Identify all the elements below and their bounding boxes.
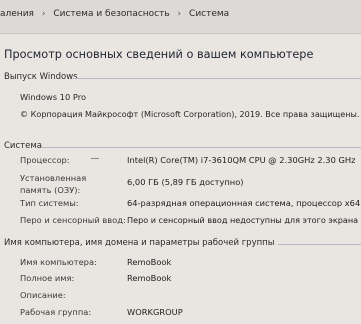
computer-name-heading: Имя компьютера, имя домена и параметры р… — [4, 238, 275, 248]
section-divider — [74, 78, 361, 79]
windows-edition-value: Windows 10 Pro — [20, 92, 87, 102]
windows-edition-heading: Выпуск Windows — [4, 72, 78, 82]
workgroup-value: WORKGROUP — [127, 307, 183, 317]
section-divider — [278, 244, 361, 245]
full-name-value: RemoBook — [127, 273, 172, 283]
breadcrumb-separator-icon: › — [41, 9, 46, 19]
separator-mark — [91, 158, 99, 159]
installed-memory-label: Установленная память (ОЗУ): — [20, 173, 87, 195]
system-heading: Система — [4, 141, 42, 151]
full-name-label: Полное имя: — [20, 273, 75, 283]
processor-value: Intel(R) Core(TM) i7-3610QM CPU @ 2.30GH… — [127, 155, 356, 165]
breadcrumb: аления › Система и безопасность › Систем… — [0, 9, 229, 20]
windows-copyright: © Корпорация Майкрософт (Microsoft Corpo… — [20, 109, 360, 119]
computer-name-value: RemoBook — [127, 257, 172, 267]
page-title: Просмотр основных сведений о вашем компь… — [4, 48, 314, 61]
system-type-value: 64-разрядная операционная система, проце… — [127, 198, 361, 208]
computer-name-label: Имя компьютера: — [20, 257, 97, 267]
breadcrumb-item-control-panel[interactable]: аления — [0, 9, 34, 19]
pen-touch-value: Перо и сенсорный ввод недоступны для это… — [127, 215, 359, 225]
breadcrumb-bar: аления › Система и безопасность › Систем… — [0, 0, 361, 34]
processor-label: Процессор: — [20, 155, 70, 165]
installed-memory-value: 6,00 ГБ (5,89 ГБ доступно) — [127, 177, 244, 187]
pen-touch-label: Перо и сенсорный ввод: — [20, 215, 126, 225]
breadcrumb-separator-icon: › — [177, 9, 182, 19]
breadcrumb-item-system-security[interactable]: Система и безопасность — [53, 9, 169, 19]
description-label: Описание: — [20, 290, 66, 300]
breadcrumb-item-system[interactable]: Система — [189, 9, 229, 19]
section-divider — [42, 147, 361, 148]
workgroup-label: Рабочая группа: — [20, 307, 92, 317]
system-type-label: Тип системы: — [20, 198, 79, 208]
